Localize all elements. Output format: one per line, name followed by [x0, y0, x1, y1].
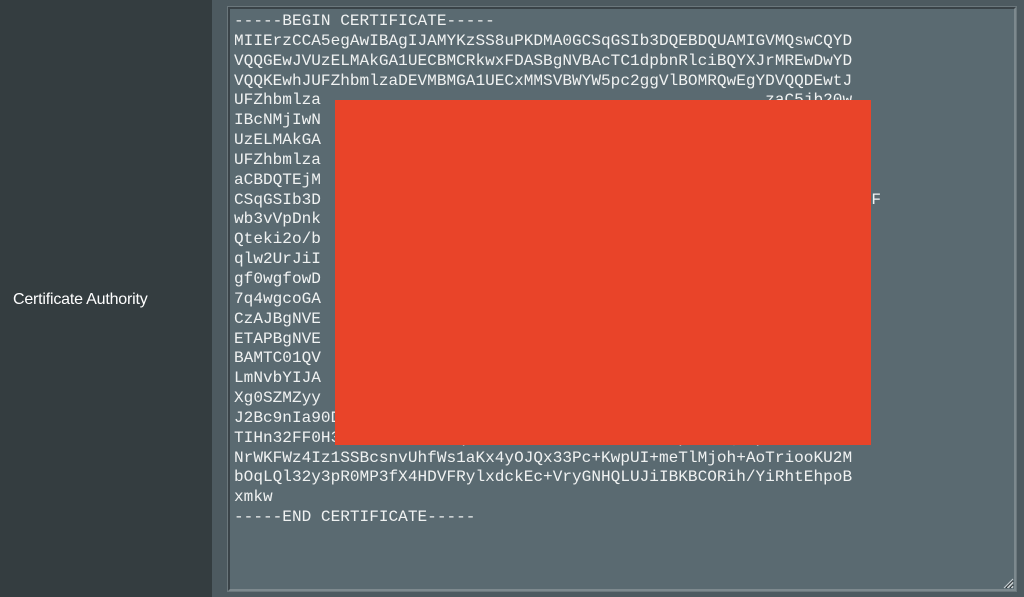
redaction-overlay — [335, 100, 871, 445]
certificate-line: MIIErzCCA5egAwIBAgIJAMYKzSS8uPKDMA0GCSqG… — [234, 31, 853, 50]
certificate-line: -----END CERTIFICATE----- — [234, 508, 476, 527]
certificate-line: xmkw — [234, 488, 273, 507]
certificate-line: -----BEGIN CERTIFICATE----- — [234, 12, 495, 30]
certificate-line: VQQKEwhJUFZhbmlzaDEVMBMGA1UECxMMSVBWYW5p… — [234, 71, 853, 90]
certificate-line: VQQGEwJVUzELMAkGA1UECBMCRkwxFDASBgNVBAcT… — [234, 51, 853, 70]
certificate-line: NrWKFWz4Iz1SSBcsnvUhfWs1aKx4yOJQx33Pc+Kw… — [234, 448, 853, 467]
certificate-line: bOqLQl32y3pR0MP3fX4HDVFRylxdckEc+VryGNHQ… — [234, 468, 853, 487]
certificate-authority-label: Certificate Authority — [13, 291, 148, 308]
field-label-column: Certificate Authority — [0, 0, 212, 597]
resize-handle-icon[interactable] — [1002, 577, 1014, 589]
